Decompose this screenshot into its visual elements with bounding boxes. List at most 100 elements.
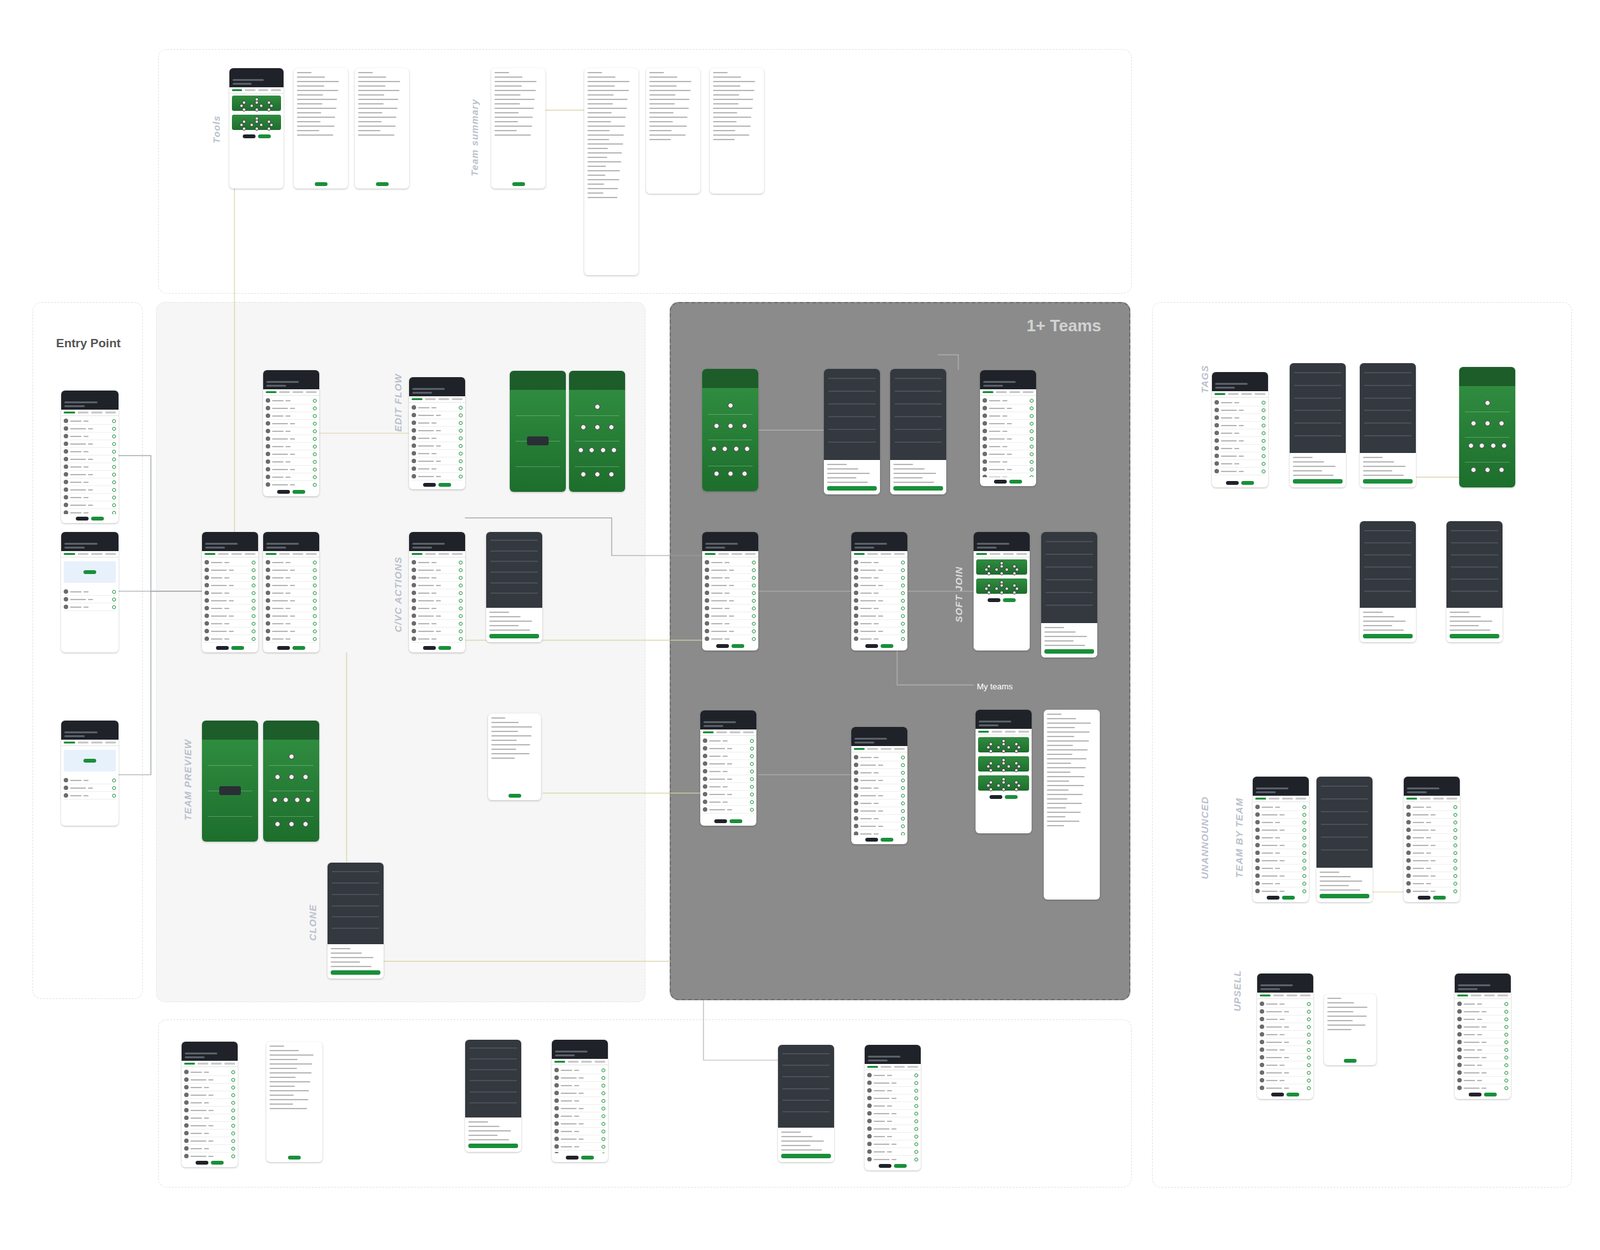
phone-screen[interactable] xyxy=(1446,521,1503,643)
save-button[interactable] xyxy=(288,1155,301,1160)
phone-screen[interactable] xyxy=(61,720,119,826)
phone-screen[interactable] xyxy=(488,713,541,801)
preview-button[interactable] xyxy=(1417,895,1431,900)
team-card[interactable] xyxy=(976,578,1028,594)
confirm-button[interactable] xyxy=(827,486,877,491)
preview-button[interactable] xyxy=(878,1164,892,1168)
phone-screen[interactable] xyxy=(890,368,947,495)
phone-screen[interactable] xyxy=(1359,363,1416,488)
phone-screen[interactable] xyxy=(409,377,466,490)
phone-screen[interactable] xyxy=(823,368,880,495)
preview-button[interactable] xyxy=(75,516,89,521)
phone-screen[interactable] xyxy=(569,370,626,492)
next-button[interactable] xyxy=(292,646,306,650)
create-team-button[interactable] xyxy=(83,758,97,763)
next-button[interactable] xyxy=(91,516,104,521)
phone-screen[interactable] xyxy=(1041,532,1098,658)
team-card[interactable] xyxy=(231,114,282,130)
confirm-button[interactable] xyxy=(1319,893,1370,899)
confirm-button[interactable] xyxy=(1292,479,1343,484)
next-button[interactable] xyxy=(581,1155,594,1160)
phone-screen[interactable] xyxy=(851,727,908,845)
next-button[interactable] xyxy=(1002,598,1016,603)
confirm-button[interactable] xyxy=(1044,649,1095,654)
next-button[interactable] xyxy=(1004,795,1018,800)
preview-button[interactable] xyxy=(242,134,256,139)
preview-button[interactable] xyxy=(1271,1092,1284,1097)
phone-screen[interactable] xyxy=(509,370,566,492)
save-button[interactable] xyxy=(375,182,389,187)
next-button[interactable] xyxy=(731,644,745,649)
confirm-button[interactable] xyxy=(1362,479,1413,484)
next-button[interactable] xyxy=(1484,1092,1497,1097)
confirm-button[interactable] xyxy=(781,1153,831,1159)
phone-screen[interactable] xyxy=(1459,367,1516,488)
preview-button[interactable] xyxy=(989,795,1003,800)
team-card[interactable] xyxy=(978,775,1030,791)
next-button[interactable] xyxy=(893,1164,907,1168)
phone-screen[interactable] xyxy=(700,710,757,826)
confirm-button[interactable] xyxy=(893,486,944,491)
preview-button[interactable] xyxy=(423,482,436,487)
phone-screen[interactable] xyxy=(1211,372,1269,488)
phone-screen[interactable] xyxy=(646,68,701,194)
preview-button[interactable] xyxy=(216,646,229,650)
next-button[interactable] xyxy=(880,644,894,649)
phone-screen[interactable] xyxy=(1324,994,1377,1066)
confirm-button[interactable] xyxy=(468,1143,519,1149)
save-button[interactable] xyxy=(314,182,328,187)
preview-button[interactable] xyxy=(565,1155,579,1160)
save-button[interactable] xyxy=(1343,1059,1357,1063)
phone-screen[interactable] xyxy=(201,532,259,653)
phone-screen[interactable] xyxy=(181,1041,238,1168)
next-button[interactable] xyxy=(1286,1092,1300,1097)
phone-screen[interactable] xyxy=(201,720,259,842)
preview-button[interactable] xyxy=(1225,481,1239,485)
next-button[interactable] xyxy=(1241,481,1255,485)
phone-screen[interactable] xyxy=(778,1045,835,1163)
next-button[interactable] xyxy=(880,837,894,842)
phone-screen[interactable] xyxy=(1403,776,1460,903)
phone-screen[interactable] xyxy=(973,532,1030,651)
save-button[interactable] xyxy=(512,182,526,187)
phone-screen[interactable] xyxy=(980,370,1037,487)
phone-screen[interactable] xyxy=(1252,776,1309,903)
next-button[interactable] xyxy=(1282,895,1295,900)
phone-screen[interactable] xyxy=(1316,776,1373,903)
next-button[interactable] xyxy=(1009,479,1023,484)
phone-screen[interactable] xyxy=(584,68,639,276)
phone-screen[interactable] xyxy=(864,1045,921,1171)
save-button[interactable] xyxy=(508,793,522,798)
phone-screen[interactable] xyxy=(1043,709,1100,900)
phone-screen[interactable] xyxy=(263,532,320,653)
preview-button[interactable] xyxy=(865,644,879,649)
team-card[interactable] xyxy=(978,756,1030,772)
next-button[interactable] xyxy=(438,646,452,650)
confirm-button[interactable] xyxy=(489,634,540,639)
phone-screen[interactable] xyxy=(293,68,348,189)
next-button[interactable] xyxy=(292,490,306,494)
preview-button[interactable] xyxy=(994,479,1007,484)
phone-screen[interactable] xyxy=(229,68,284,189)
phone-screen[interactable] xyxy=(266,1041,323,1163)
preview-button[interactable] xyxy=(865,837,879,842)
phone-screen[interactable] xyxy=(61,390,119,524)
team-card[interactable] xyxy=(978,737,1030,753)
phone-screen[interactable] xyxy=(354,68,410,189)
preview-button[interactable] xyxy=(716,644,729,649)
phone-screen[interactable] xyxy=(263,370,320,497)
phone-screen[interactable] xyxy=(1257,973,1314,1100)
next-button[interactable] xyxy=(438,482,452,487)
phone-screen[interactable] xyxy=(263,720,320,842)
phone-screen[interactable] xyxy=(465,1039,522,1153)
phone-screen[interactable] xyxy=(409,532,466,653)
preview-button[interactable] xyxy=(1266,895,1280,900)
phone-screen[interactable] xyxy=(851,532,908,651)
next-button[interactable] xyxy=(258,134,271,139)
phone-screen[interactable] xyxy=(491,68,546,189)
preview-button[interactable] xyxy=(423,646,436,650)
phone-screen[interactable] xyxy=(61,532,119,653)
phone-screen[interactable] xyxy=(702,368,759,492)
team-card[interactable] xyxy=(976,559,1028,575)
phone-screen[interactable] xyxy=(327,862,384,979)
